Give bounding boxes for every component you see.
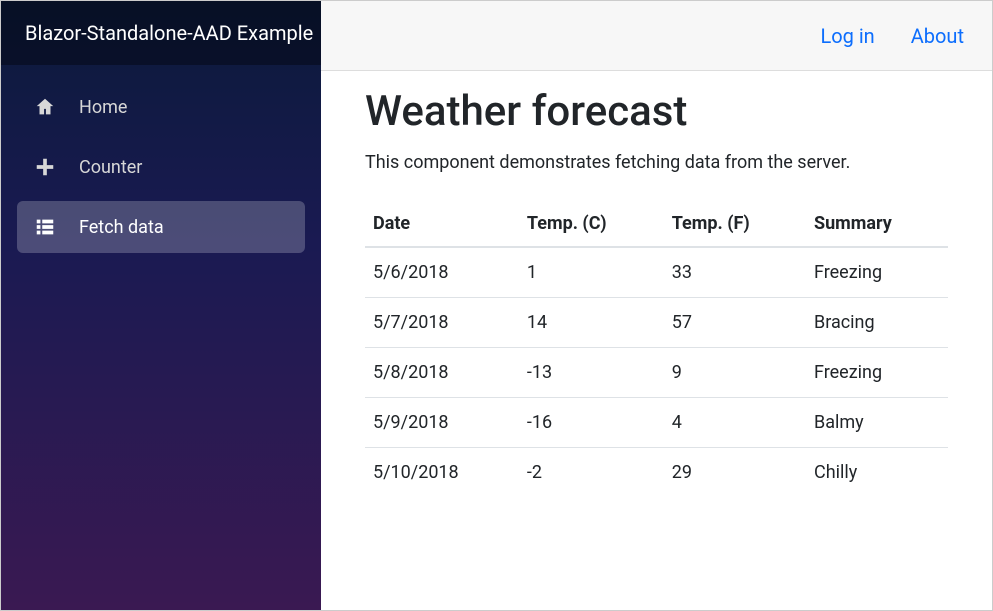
table-row: 5/6/2018133Freezing	[365, 247, 948, 298]
sidebar-item-fetch-data[interactable]: Fetch data	[17, 201, 305, 253]
page-description: This component demonstrates fetching dat…	[365, 152, 948, 173]
sidebar-item-label: Counter	[79, 157, 142, 178]
sidebar-item-label: Home	[79, 97, 127, 118]
col-header-date: Date	[365, 201, 519, 247]
home-icon	[33, 95, 57, 119]
cell-date: 5/7/2018	[365, 298, 519, 348]
page-title: Weather forecast	[365, 87, 948, 136]
table-row: 5/9/2018-164Balmy	[365, 398, 948, 448]
table-row: 5/10/2018-229Chilly	[365, 448, 948, 498]
sidebar-nav: Home Counter Fetch data	[1, 65, 321, 277]
cell-tempf: 33	[664, 247, 806, 298]
sidebar-item-label: Fetch data	[79, 217, 164, 238]
cell-tempc: -13	[519, 348, 664, 398]
cell-date: 5/9/2018	[365, 398, 519, 448]
cell-tempf: 9	[664, 348, 806, 398]
cell-tempf: 29	[664, 448, 806, 498]
cell-date: 5/10/2018	[365, 448, 519, 498]
cell-date: 5/6/2018	[365, 247, 519, 298]
col-header-summary: Summary	[806, 201, 948, 247]
plus-icon	[33, 155, 57, 179]
cell-summary: Freezing	[806, 247, 948, 298]
login-link[interactable]: Log in	[820, 24, 874, 48]
sidebar: Blazor-Standalone-AAD Example Home Count…	[1, 1, 321, 610]
app-title: Blazor-Standalone-AAD Example	[1, 1, 321, 65]
topbar: Log in About	[321, 1, 992, 71]
cell-date: 5/8/2018	[365, 348, 519, 398]
table-row: 5/7/20181457Bracing	[365, 298, 948, 348]
about-link[interactable]: About	[911, 24, 964, 48]
cell-tempf: 57	[664, 298, 806, 348]
sidebar-item-home[interactable]: Home	[17, 81, 305, 133]
table-row: 5/8/2018-139Freezing	[365, 348, 948, 398]
cell-tempc: -2	[519, 448, 664, 498]
forecast-table: Date Temp. (C) Temp. (F) Summary 5/6/201…	[365, 201, 948, 497]
cell-summary: Balmy	[806, 398, 948, 448]
table-header-row: Date Temp. (C) Temp. (F) Summary	[365, 201, 948, 247]
cell-summary: Freezing	[806, 348, 948, 398]
main: Log in About Weather forecast This compo…	[321, 1, 992, 610]
cell-summary: Bracing	[806, 298, 948, 348]
content: Weather forecast This component demonstr…	[321, 71, 992, 513]
col-header-tempf: Temp. (F)	[664, 201, 806, 247]
cell-tempc: -16	[519, 398, 664, 448]
list-icon	[33, 215, 57, 239]
cell-tempc: 14	[519, 298, 664, 348]
col-header-tempc: Temp. (C)	[519, 201, 664, 247]
cell-summary: Chilly	[806, 448, 948, 498]
cell-tempc: 1	[519, 247, 664, 298]
sidebar-item-counter[interactable]: Counter	[17, 141, 305, 193]
cell-tempf: 4	[664, 398, 806, 448]
